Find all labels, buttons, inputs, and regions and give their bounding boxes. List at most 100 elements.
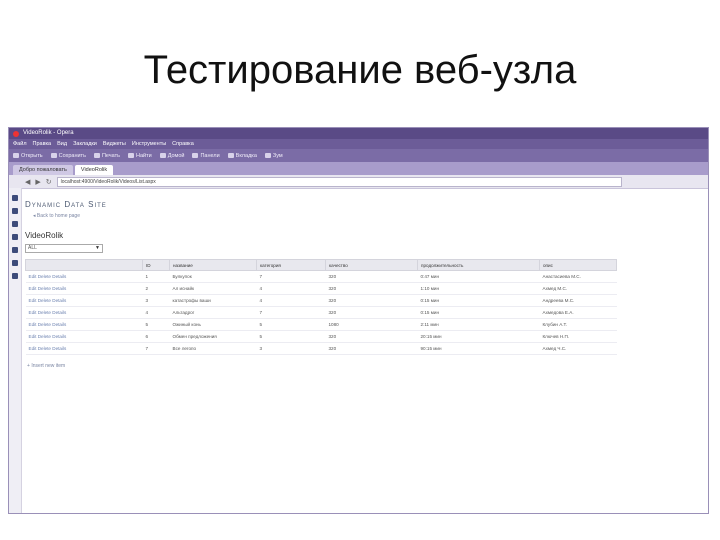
tab-videorolik[interactable]: VideoRolik xyxy=(74,165,114,175)
row-actions: Edit Delete Details xyxy=(25,306,143,319)
edit-link[interactable]: Edit xyxy=(29,286,37,291)
cell: 90:15 мин xyxy=(417,342,540,355)
opera-logo-icon xyxy=(13,130,19,137)
filter-value: ALL xyxy=(28,245,37,251)
data-grid: ID название категория качество продолжит… xyxy=(25,259,617,355)
toolbar-label: Вкладка xyxy=(235,152,257,159)
menubar: Файл Правка Вид Закладки Виджеты Инструм… xyxy=(9,139,708,149)
downloads-icon[interactable] xyxy=(12,247,18,253)
address-bar: ◀ ▶ ↻ localhost:4900/VideoRolik/Videos/L… xyxy=(9,175,708,189)
delete-link[interactable]: Delete xyxy=(38,334,51,339)
cell: 7 xyxy=(142,342,170,355)
cell: 0:15 мин xyxy=(417,306,540,319)
edit-link[interactable]: Edit xyxy=(29,274,37,279)
url-input[interactable]: localhost:4900/VideoRolik/Videos/List.as… xyxy=(56,176,622,187)
edit-link[interactable]: Edit xyxy=(29,310,37,315)
actions-header xyxy=(25,259,143,271)
details-link[interactable]: Details xyxy=(52,334,66,339)
tab-welcome[interactable]: Добро пожаловать xyxy=(13,165,73,175)
toolbar-home-button[interactable]: Домой xyxy=(159,152,185,159)
cell: Анастасиева М.С. xyxy=(539,270,617,283)
forward-icon[interactable]: ▶ xyxy=(35,178,40,186)
column-header[interactable]: ID xyxy=(142,259,170,271)
browser-toolbar: Открыть Сохранить Печать Найти Домой Пан… xyxy=(9,149,708,162)
delete-link[interactable]: Delete xyxy=(38,286,51,291)
cell: 1080 xyxy=(325,318,418,331)
toolbar-tab-button[interactable]: Вкладка xyxy=(227,152,257,159)
menu-widgets[interactable]: Виджеты xyxy=(103,139,126,149)
page-content: Dynamic Data Site ◂ Back to home page Vi… xyxy=(25,188,702,513)
cell: 4 xyxy=(256,294,326,307)
window-titlebar: VideoRolik - Opera xyxy=(9,128,708,139)
column-header[interactable]: качество xyxy=(325,259,418,271)
toolbar-zoom-button[interactable]: Зум xyxy=(264,153,283,159)
cell: Ал иснайк xyxy=(169,282,257,295)
cell: 7 xyxy=(256,270,326,283)
back-icon[interactable]: ◀ xyxy=(25,178,30,186)
edit-link[interactable]: Edit xyxy=(29,334,37,339)
cell: 3 xyxy=(256,342,326,355)
toolbar-label: Сохранить xyxy=(58,152,86,159)
delete-link[interactable]: Delete xyxy=(38,274,51,279)
toolbar-find-button[interactable]: Найти xyxy=(127,153,152,159)
history-icon[interactable] xyxy=(12,260,18,266)
add-panel-icon[interactable] xyxy=(12,273,18,279)
delete-link[interactable]: Delete xyxy=(38,310,51,315)
bookmarks-icon[interactable] xyxy=(12,195,18,201)
share-icon[interactable] xyxy=(12,221,18,227)
delete-link[interactable]: Delete xyxy=(38,322,51,327)
back-to-home-link[interactable]: ◂ Back to home page xyxy=(33,213,702,219)
cell: 0:47 мин xyxy=(417,270,540,283)
widgets-icon[interactable] xyxy=(12,208,18,214)
cell: 320 xyxy=(325,342,418,355)
toolbar-label: Домой xyxy=(167,152,185,159)
cell: 4 xyxy=(256,282,326,295)
column-header[interactable]: продолжительность xyxy=(417,259,540,271)
details-link[interactable]: Details xyxy=(52,298,66,303)
open-icon xyxy=(13,153,19,158)
edit-link[interactable]: Edit xyxy=(29,322,37,327)
row-actions: Edit Delete Details xyxy=(25,342,143,355)
details-link[interactable]: Details xyxy=(52,310,66,315)
edit-link[interactable]: Edit xyxy=(29,346,37,351)
cell: Клубин А.Т. xyxy=(539,318,617,331)
toolbar-print-button[interactable]: Печать xyxy=(93,153,120,159)
menu-view[interactable]: Вид xyxy=(57,139,67,149)
cell: Альтадрог xyxy=(169,306,257,319)
table-row: Edit Delete Details 6 Обмен предложения … xyxy=(25,330,617,343)
column-header[interactable]: название xyxy=(169,259,257,271)
details-link[interactable]: Details xyxy=(52,322,66,327)
toolbar-open-button[interactable]: Открыть xyxy=(13,153,43,159)
cell: 20:15 мин xyxy=(417,330,540,343)
menu-tools[interactable]: Инструменты xyxy=(132,139,166,149)
menu-help[interactable]: Справка xyxy=(172,139,194,149)
toolbar-label: Панели xyxy=(200,152,220,159)
insert-new-item-link[interactable]: + Insert new item xyxy=(27,363,702,369)
reload-icon[interactable]: ↻ xyxy=(46,178,52,186)
edit-link[interactable]: Edit xyxy=(29,298,37,303)
details-link[interactable]: Details xyxy=(52,274,66,279)
row-actions: Edit Delete Details xyxy=(25,270,143,283)
column-header[interactable]: опис xyxy=(539,259,617,271)
details-link[interactable]: Details xyxy=(52,346,66,351)
filter-dropdown[interactable]: ALL ▼ xyxy=(25,244,103,253)
toolbar-label: Открыть xyxy=(21,152,43,159)
notes-icon[interactable] xyxy=(12,234,18,240)
row-actions: Edit Delete Details xyxy=(25,294,143,307)
menu-bookmarks[interactable]: Закладки xyxy=(73,139,97,149)
column-header[interactable]: категория xyxy=(256,259,326,271)
chevron-down-icon: ▼ xyxy=(95,245,100,251)
tab-bar: Добро пожаловать VideoRolik xyxy=(9,162,708,175)
delete-link[interactable]: Delete xyxy=(38,298,51,303)
cell: 1 xyxy=(142,270,170,283)
cell: 6 xyxy=(142,330,170,343)
menu-edit[interactable]: Правка xyxy=(33,139,52,149)
cell: 2:11 мин xyxy=(417,318,540,331)
delete-link[interactable]: Delete xyxy=(38,346,51,351)
cell: 320 xyxy=(325,330,418,343)
details-link[interactable]: Details xyxy=(52,286,66,291)
cell: Андреева М.С. xyxy=(539,294,617,307)
toolbar-save-button[interactable]: Сохранить xyxy=(50,152,86,159)
menu-file[interactable]: Файл xyxy=(13,139,27,149)
toolbar-panels-button[interactable]: Панели xyxy=(192,152,220,159)
